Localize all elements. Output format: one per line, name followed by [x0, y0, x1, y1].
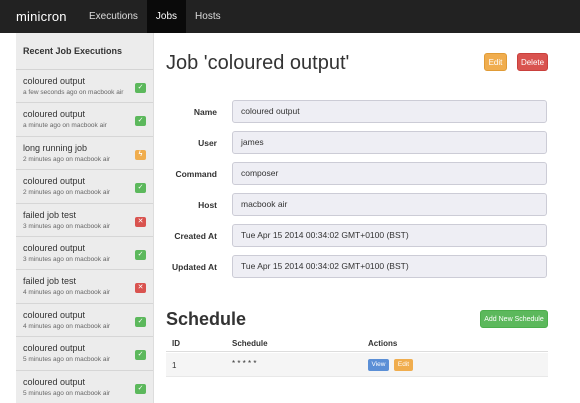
schedule-section-title: Schedule	[166, 309, 247, 329]
job-detail-panel: Job 'coloured output' Edit Delete Name c…	[166, 33, 580, 403]
execution-meta: 4 minutes ago on macbook air	[23, 322, 111, 330]
execution-title: coloured output	[23, 109, 86, 120]
field-label-updated-at: Updated At	[171, 262, 217, 272]
execution-item[interactable]: coloured output 2 minutes ago on macbook…	[16, 170, 153, 204]
execution-item[interactable]: coloured output a few seconds ago on mac…	[16, 70, 153, 104]
check-icon: ✓	[135, 183, 146, 194]
execution-item[interactable]: coloured output 5 minutes ago on macbook…	[16, 371, 153, 403]
field-label-host: Host	[198, 200, 217, 210]
execution-meta: 2 minutes ago on macbook air	[23, 155, 111, 163]
delete-job-button[interactable]: Delete	[517, 53, 548, 71]
edit-schedule-button[interactable]: Edit	[394, 359, 413, 371]
execution-title: failed job test	[23, 276, 77, 287]
schedule-expression: * * * * *	[232, 359, 257, 368]
field-value-name: coloured output	[232, 100, 547, 123]
check-icon: ✓	[135, 383, 146, 394]
check-icon: ✓	[135, 316, 146, 327]
edit-job-button[interactable]: Edit	[484, 53, 507, 71]
execution-item[interactable]: failed job test 3 minutes ago on macbook…	[16, 204, 153, 237]
field-value-created-at: Tue Apr 15 2014 00:34:02 GMT+0100 (BST)	[232, 224, 547, 247]
view-schedule-button[interactable]: View	[368, 359, 389, 371]
bolt-icon: ϟ	[135, 149, 146, 160]
table-divider	[166, 351, 548, 352]
execution-item[interactable]: long running job 2 minutes ago on macboo…	[16, 137, 153, 171]
field-label-created-at: Created At	[174, 231, 217, 241]
execution-meta: a minute ago on macbook air	[23, 122, 107, 130]
add-schedule-button[interactable]: Add New Schedule	[480, 310, 548, 328]
execution-meta: 5 minutes ago on macbook air	[23, 356, 111, 364]
field-label-user: User	[198, 138, 217, 148]
check-icon: ✓	[135, 350, 146, 361]
nav-jobs[interactable]: Jobs	[146, 0, 187, 33]
execution-meta: 3 minutes ago on macbook air	[23, 222, 111, 230]
check-icon: ✓	[135, 83, 146, 93]
execution-item[interactable]: coloured output 3 minutes ago on macbook…	[16, 237, 153, 271]
execution-title: failed job test	[23, 209, 77, 220]
column-header-id: ID	[172, 339, 180, 348]
field-value-updated-at: Tue Apr 15 2014 00:34:02 GMT+0100 (BST)	[232, 255, 547, 278]
schedule-id: 1	[172, 361, 177, 370]
cross-icon: ✕	[135, 283, 146, 294]
execution-item[interactable]: coloured output a minute ago on macbook …	[16, 103, 153, 137]
column-header-actions: Actions	[368, 339, 398, 348]
page-title: Job 'coloured output'	[166, 52, 350, 74]
field-label-name: Name	[193, 107, 217, 117]
execution-meta: a few seconds ago on macbook air	[23, 89, 124, 96]
cross-icon: ✕	[135, 216, 146, 227]
field-label-command: Command	[175, 169, 217, 179]
sidebar: Recent Job Executions coloured output a …	[16, 33, 154, 403]
execution-title: coloured output	[23, 242, 86, 253]
execution-title: long running job	[23, 142, 88, 153]
column-header-schedule: Schedule	[232, 339, 268, 348]
execution-meta: 5 minutes ago on macbook air	[23, 389, 111, 397]
navbar: minicron Executions Jobs Hosts	[0, 0, 580, 33]
check-icon: ✓	[135, 116, 146, 127]
table-row: 1 * * * * * View Edit	[166, 353, 548, 377]
sidebar-title: Recent Job Executions	[16, 33, 153, 70]
execution-title: coloured output	[23, 376, 86, 387]
field-value-host: macbook air	[232, 193, 547, 216]
execution-title: coloured output	[23, 76, 86, 86]
check-icon: ✓	[135, 249, 146, 260]
execution-meta: 2 minutes ago on macbook air	[23, 189, 111, 197]
execution-item[interactable]: coloured output 5 minutes ago on macbook…	[16, 337, 153, 371]
execution-meta: 3 minutes ago on macbook air	[23, 255, 111, 263]
execution-title: coloured output	[23, 309, 86, 320]
nav-hosts[interactable]: Hosts	[186, 0, 230, 33]
execution-title: coloured output	[23, 176, 86, 187]
execution-item[interactable]: failed job test 4 minutes ago on macbook…	[16, 270, 153, 304]
nav-executions[interactable]: Executions	[80, 0, 147, 33]
brand-logo[interactable]: minicron	[0, 9, 80, 24]
execution-meta: 4 minutes ago on macbook air	[23, 289, 111, 297]
execution-item[interactable]: coloured output 4 minutes ago on macbook…	[16, 304, 153, 338]
execution-title: coloured output	[23, 343, 86, 354]
field-value-user: james	[232, 131, 547, 154]
field-value-command: composer	[232, 162, 547, 185]
